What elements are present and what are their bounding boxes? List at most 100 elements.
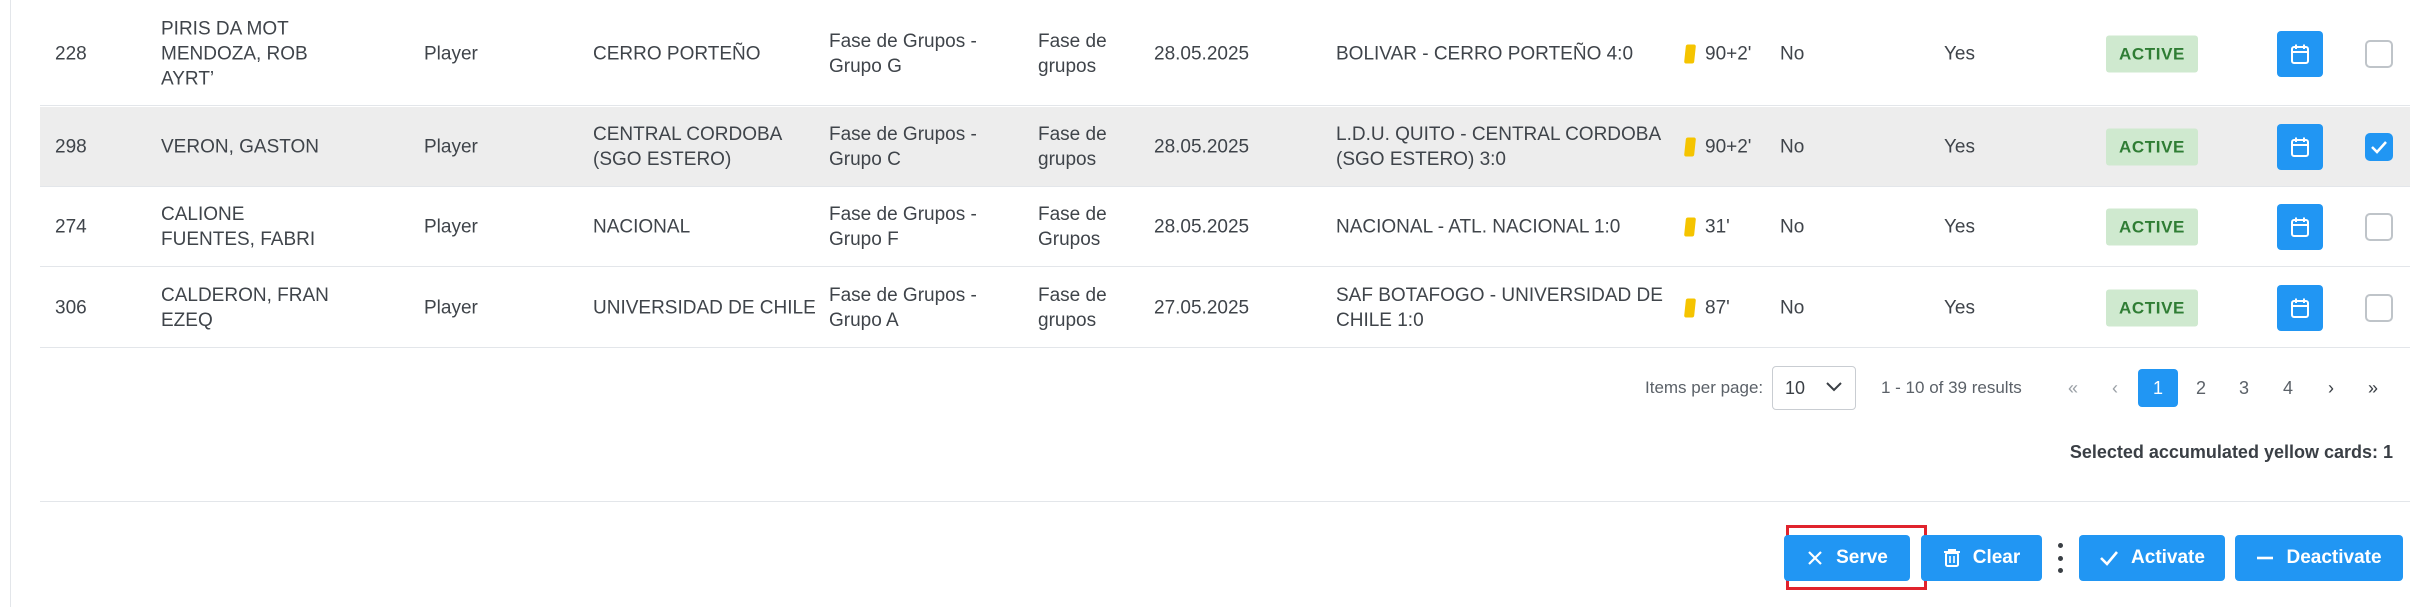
id-cell: 298: [55, 136, 87, 157]
activate-label: Activate: [2131, 547, 2205, 568]
page-2-button[interactable]: 2: [2181, 369, 2221, 407]
role-cell: Player: [424, 216, 478, 238]
role-cell: Player: [424, 297, 478, 318]
table-row: 306 CALDERON, FRAN EZEQ Player UNIVERSID…: [40, 268, 2410, 348]
status-badge: ACTIVE: [2106, 35, 2198, 72]
suspended-cell: No: [1780, 136, 1805, 157]
activate-button[interactable]: Activate: [2079, 535, 2225, 581]
match-cell: NACIONAL - ATL. NACIONAL 1:0: [1336, 216, 1621, 238]
status-badge: ACTIVE: [2106, 128, 2198, 165]
first-page-button[interactable]: «: [2053, 369, 2093, 407]
action-bar: Serve Clear Activate Deactivate: [11, 535, 2422, 583]
club-cell: CERRO PORTEÑO: [593, 43, 761, 64]
minute-value: 90+2': [1705, 43, 1752, 64]
checkmark-icon: [2371, 140, 2387, 154]
calendar-button[interactable]: [2277, 30, 2323, 77]
divider: [40, 501, 2410, 502]
row-checkbox[interactable]: [2365, 39, 2393, 68]
served-cell: Yes: [1944, 136, 1975, 157]
minute-value: 31': [1705, 216, 1730, 238]
served-cell: Yes: [1944, 43, 1975, 64]
calendar-icon: [2291, 44, 2309, 64]
yellow-card-icon: [1684, 137, 1696, 156]
date-cell: 28.05.2025: [1154, 136, 1250, 157]
served-cell: Yes: [1944, 216, 1975, 238]
date-cell: 27.05.2025: [1154, 297, 1250, 318]
items-per-page-value: 10: [1785, 378, 1806, 398]
stage-cell: Fase de grupos: [1038, 284, 1107, 331]
stage-cell: Fase de grupos: [1038, 123, 1107, 170]
calendar-button[interactable]: [2277, 284, 2323, 331]
row-checkbox[interactable]: [2365, 213, 2393, 241]
calendar-icon: [2291, 137, 2309, 157]
status-badge: ACTIVE: [2106, 208, 2198, 246]
date-cell: 28.05.2025: [1154, 43, 1250, 64]
last-page-button[interactable]: »: [2353, 369, 2393, 407]
club-cell: CENTRAL CORDOBA (SGO ESTERO): [593, 123, 782, 170]
clear-label: Clear: [1972, 547, 2021, 568]
minute-cell: 90+2': [1684, 41, 1785, 66]
yellow-card-icon: [1684, 298, 1696, 317]
row-checkbox[interactable]: [2365, 293, 2393, 322]
more-options-icon[interactable]: [2054, 543, 2066, 573]
served-cell: Yes: [1944, 297, 1975, 318]
calendar-icon: [2291, 217, 2309, 237]
minute-value: 87': [1705, 297, 1730, 318]
calendar-button[interactable]: [2277, 204, 2323, 250]
status-badge: ACTIVE: [2106, 289, 2198, 326]
match-cell: SAF BOTAFOGO - UNIVERSIDAD DE CHILE 1:0: [1336, 284, 1663, 331]
match-cell: L.D.U. QUITO - CENTRAL CORDOBA (SGO ESTE…: [1336, 123, 1661, 170]
suspended-cell: No: [1780, 297, 1805, 318]
calendar-icon: [2291, 298, 2309, 318]
clear-button[interactable]: Clear: [1921, 535, 2042, 581]
stage-cell: Fase de grupos: [1038, 30, 1107, 77]
phase-cell: Fase de Grupos - Grupo C: [829, 123, 977, 170]
phase-cell: Fase de Grupos - Grupo G: [829, 30, 977, 77]
check-icon: [2100, 551, 2119, 566]
suspended-cell: No: [1780, 43, 1805, 64]
minute-cell: 31': [1684, 215, 1785, 240]
yellow-card-icon: [1684, 44, 1696, 63]
name-cell: CALIONE FUENTES, FABRI: [161, 204, 316, 250]
page-4-button[interactable]: 4: [2268, 369, 2308, 407]
page-3-button[interactable]: 3: [2224, 369, 2264, 407]
items-per-page-select[interactable]: 10: [1772, 366, 1856, 410]
id-cell: 228: [55, 43, 87, 64]
table-row: 298 VERON, GASTON Player CENTRAL CORDOBA…: [40, 107, 2410, 187]
close-icon: [1808, 551, 1822, 565]
minus-icon: [2257, 556, 2274, 560]
serve-button[interactable]: Serve: [1784, 535, 1910, 581]
items-per-page-label: Items per page:: [1645, 378, 1764, 397]
match-cell: BOLIVAR - CERRO PORTEÑO 4:0: [1336, 43, 1634, 64]
next-page-button[interactable]: ›: [2311, 369, 2351, 407]
deactivate-button[interactable]: Deactivate: [2235, 535, 2403, 581]
yellow-card-icon: [1684, 217, 1696, 237]
page-1-button[interactable]: 1: [2138, 369, 2178, 407]
serve-label: Serve: [1836, 547, 1888, 568]
selected-yellow-cards-summary: Selected accumulated yellow cards: 1: [2069, 442, 2393, 462]
id-cell: 274: [55, 216, 87, 238]
prev-page-button[interactable]: ‹: [2095, 369, 2135, 407]
phase-cell: Fase de Grupos - Grupo A: [829, 284, 977, 331]
minute-cell: 90+2': [1684, 134, 1785, 159]
stage-cell: Fase de Grupos: [1038, 204, 1107, 250]
minute-cell: 87': [1684, 295, 1785, 320]
date-cell: 28.05.2025: [1154, 216, 1250, 238]
role-cell: Player: [424, 136, 478, 157]
calendar-button[interactable]: [2277, 123, 2323, 170]
chevron-down-icon: [1826, 382, 1842, 392]
deactivate-label: Deactivate: [2286, 547, 2382, 568]
phase-cell: Fase de Grupos - Grupo F: [829, 204, 977, 250]
club-cell: UNIVERSIDAD DE CHILE: [593, 297, 816, 318]
trash-icon: [1943, 549, 1960, 567]
id-cell: 306: [55, 297, 87, 318]
minute-value: 90+2': [1705, 136, 1752, 157]
role-cell: Player: [424, 43, 478, 64]
table-row: 228 PIRIS DA MOT MENDOZA, ROB AYRT’ Play…: [40, 2, 2410, 106]
results-range: 1 - 10 of 39 results: [1881, 378, 2022, 397]
club-cell: NACIONAL: [593, 216, 691, 238]
row-checkbox[interactable]: [2365, 132, 2393, 161]
name-cell: CALDERON, FRAN EZEQ: [161, 284, 329, 331]
yellow-cards-panel: 228 PIRIS DA MOT MENDOZA, ROB AYRT’ Play…: [10, 0, 2422, 607]
table-row: 274 CALIONE FUENTES, FABRI Player NACION…: [40, 188, 2410, 267]
